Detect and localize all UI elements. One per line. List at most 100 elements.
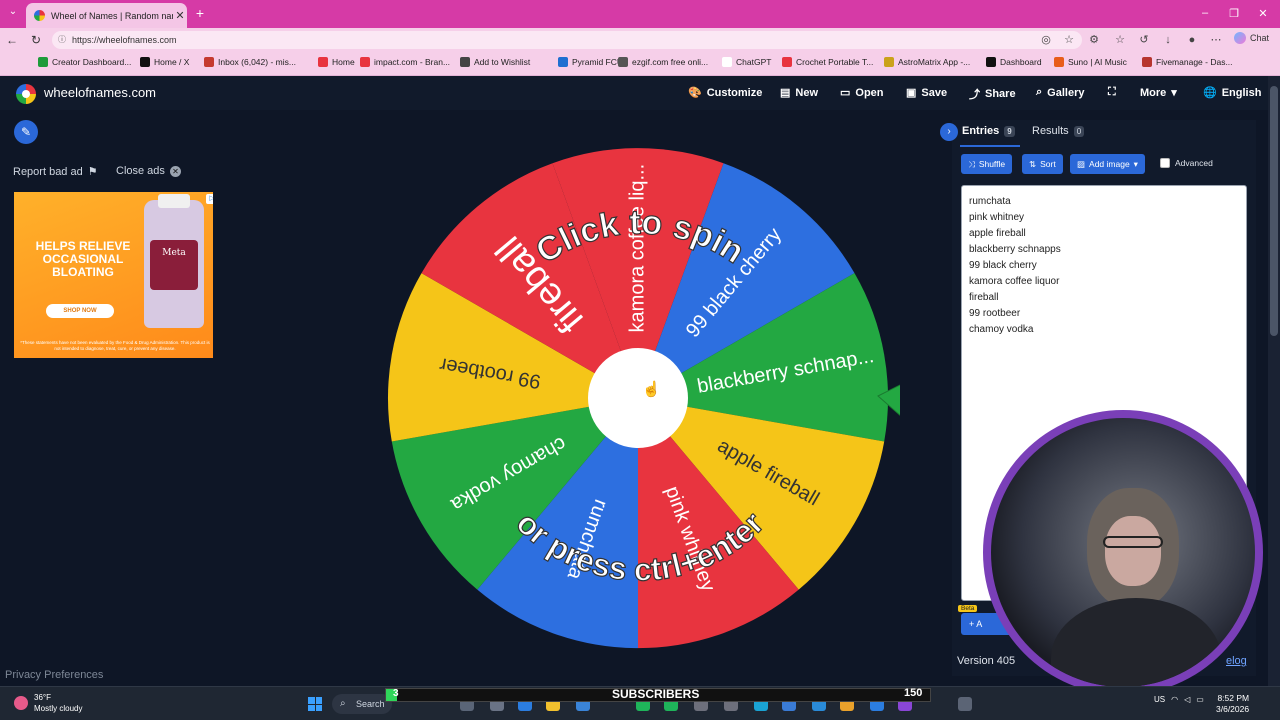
bookmark-label: Creator Dashboard... bbox=[52, 57, 132, 67]
extensions-icon[interactable]: ⚙ bbox=[1086, 32, 1102, 48]
battery-icon: ▭ bbox=[1196, 695, 1204, 704]
volume-icon: ◁ bbox=[1184, 695, 1191, 704]
sort-button[interactable]: ⇅ Sort bbox=[1022, 154, 1063, 174]
system-tray[interactable]: US ◠ ◁ ▭ bbox=[1154, 695, 1204, 704]
customize-button[interactable]: 🎨 Customize bbox=[688, 86, 762, 100]
bookmark-item[interactable]: Home bbox=[318, 57, 355, 67]
menu-dots-icon[interactable]: ⋯ bbox=[1208, 32, 1224, 48]
browser-tab[interactable]: Wheel of Names | Random name ... ✕ bbox=[26, 3, 187, 28]
close-ads-label: Close ads bbox=[116, 165, 165, 177]
favorites-icon[interactable]: ☆ bbox=[1112, 32, 1128, 48]
bookmark-item[interactable]: Creator Dashboard... bbox=[38, 57, 131, 67]
bookmark-item[interactable]: Crochet Portable T... bbox=[782, 57, 873, 67]
changelog-link[interactable]: elog bbox=[1226, 655, 1247, 667]
entry-line[interactable]: rumchata bbox=[969, 194, 1239, 210]
entries-tab-label: Entries bbox=[962, 125, 1000, 137]
reader-icon[interactable]: ◎ bbox=[1038, 32, 1054, 48]
share-icon: ⤴ bbox=[969, 89, 980, 101]
profile-icon[interactable]: ● bbox=[1184, 32, 1200, 48]
new-file-icon: ▤ bbox=[780, 87, 791, 99]
save-label: Save bbox=[921, 86, 948, 99]
entry-line[interactable]: pink whitney bbox=[969, 210, 1239, 226]
maximize-icon[interactable]: ❐ bbox=[1227, 7, 1241, 20]
entry-line[interactable]: kamora coffee liquor bbox=[969, 274, 1239, 290]
bookmark-item[interactable]: Pyramid FCU bbox=[558, 57, 623, 67]
fullscreen-button[interactable]: ⛶ bbox=[1108, 86, 1116, 99]
advanced-toggle[interactable]: Advanced bbox=[1160, 158, 1213, 168]
bookmark-item[interactable]: Inbox (6,042) - mis... bbox=[204, 57, 296, 67]
close-window-icon[interactable]: ✕ bbox=[1256, 7, 1270, 20]
webcam-overlay bbox=[983, 410, 1263, 695]
advertisement[interactable]: ▷✕ HELPS RELIEVE OCCASIONAL BLOATING SHO… bbox=[14, 192, 213, 358]
save-button[interactable]: ▣ Save bbox=[906, 86, 948, 100]
entry-line[interactable]: 99 black cherry bbox=[969, 258, 1239, 274]
adchoices-icon[interactable]: ▷✕ bbox=[206, 194, 213, 204]
bookmark-item[interactable]: Add to Wishlist bbox=[460, 57, 530, 67]
page-scrollbar[interactable] bbox=[1268, 76, 1280, 686]
copilot-icon bbox=[1234, 32, 1246, 44]
sort-icon: ⇅ bbox=[1029, 158, 1037, 169]
reload-icon[interactable]: ↻ bbox=[28, 32, 44, 48]
fullscreen-icon: ⛶ bbox=[1108, 86, 1116, 98]
close-tab-icon[interactable]: ✕ bbox=[173, 9, 187, 22]
edit-pencil-icon[interactable]: ✎ bbox=[14, 120, 38, 144]
language-button[interactable]: 🌐 English bbox=[1203, 86, 1261, 100]
share-button[interactable]: ⤴ Share bbox=[969, 86, 1016, 102]
gallery-button[interactable]: ⌕ Gallery bbox=[1036, 86, 1084, 99]
tab-results[interactable]: Results 0 bbox=[1032, 125, 1085, 137]
ad-disclaimer: *These statements have not been evaluate… bbox=[20, 340, 210, 351]
wheel-center[interactable] bbox=[588, 348, 688, 448]
browser-toolbar: ← ↻ ⓘ https://wheelofnames.com ◎ ☆ ⚙ ☆ ↺… bbox=[0, 28, 1280, 52]
back-icon[interactable]: ← bbox=[4, 32, 20, 48]
star-icon[interactable]: ☆ bbox=[1061, 32, 1077, 48]
privacy-preferences-link[interactable]: Privacy Preferences bbox=[5, 669, 103, 681]
entry-line[interactable]: fireball bbox=[969, 290, 1239, 306]
bookmark-item[interactable]: impact.com - Bran... bbox=[360, 57, 450, 67]
new-tab-icon[interactable]: + bbox=[192, 5, 208, 21]
app-icon-11[interactable] bbox=[958, 697, 972, 711]
weather-widget[interactable]: 36°F Mostly cloudy bbox=[14, 692, 82, 714]
collapse-panel-icon[interactable]: › bbox=[940, 123, 958, 141]
chat-button[interactable]: Chat bbox=[1234, 32, 1269, 44]
open-button[interactable]: ▭ Open bbox=[840, 86, 884, 100]
tab-list-chevron-icon[interactable]: ⌄ bbox=[4, 6, 22, 22]
report-ad-link[interactable]: Report bad ad ⚑ bbox=[13, 165, 98, 179]
wheel-segment-label: kamora coffee liq... bbox=[626, 164, 648, 333]
windows-start-icon[interactable] bbox=[308, 697, 322, 711]
bookmark-favicon-icon bbox=[782, 57, 792, 67]
bookmark-item[interactable]: ChatGPT bbox=[722, 57, 771, 67]
entry-line[interactable]: blackberry schnapps bbox=[969, 242, 1239, 258]
bookmark-item[interactable]: Home / X bbox=[140, 57, 189, 67]
wheel[interactable]: kamora coffee liq... 99 black cherryblack… bbox=[380, 138, 900, 658]
bookmark-item[interactable]: Fivemanage - Das... bbox=[1142, 57, 1233, 67]
scroll-thumb[interactable] bbox=[1270, 86, 1278, 336]
close-ads-link[interactable]: Close ads ✕ bbox=[116, 165, 181, 177]
entry-line[interactable]: 99 rootbeer bbox=[969, 306, 1239, 322]
bookmark-item[interactable]: ezgif.com free onli... bbox=[618, 57, 708, 67]
entry-line[interactable]: apple fireball bbox=[969, 226, 1239, 242]
minimize-icon[interactable]: – bbox=[1198, 7, 1212, 19]
entries-count-badge: 9 bbox=[1004, 125, 1015, 137]
subscriber-current: 3 bbox=[393, 688, 399, 699]
bookmark-item[interactable]: Suno | AI Music bbox=[1054, 57, 1127, 67]
add-image-button[interactable]: ▨ Add image ▾ bbox=[1070, 154, 1145, 174]
tab-entries[interactable]: Entries 9 bbox=[962, 125, 1015, 137]
clock-time: 8:52 PM bbox=[1217, 693, 1250, 703]
address-bar[interactable]: ⓘ https://wheelofnames.com bbox=[52, 31, 1082, 49]
bookmark-item[interactable]: AstroMatrix App -... bbox=[884, 57, 970, 67]
wheel-logo-icon[interactable] bbox=[16, 84, 36, 104]
downloads-icon[interactable]: ↓ bbox=[1160, 32, 1176, 48]
ad-shop-button[interactable]: SHOP NOW bbox=[46, 304, 114, 318]
new-button[interactable]: ▤ New bbox=[780, 86, 818, 100]
advanced-checkbox[interactable] bbox=[1160, 158, 1170, 168]
site-info-icon[interactable]: ⓘ bbox=[58, 31, 66, 49]
shuffle-button[interactable]: ⤨ Shuffle bbox=[961, 154, 1013, 174]
taskbar-search[interactable]: ⌕ Search bbox=[332, 694, 392, 714]
entry-line[interactable]: chamoy vodka bbox=[969, 322, 1239, 338]
history-icon[interactable]: ↺ bbox=[1136, 32, 1152, 48]
site-name[interactable]: wheelofnames.com bbox=[44, 85, 156, 100]
clock[interactable]: 8:52 PM 3/6/2026 bbox=[1216, 693, 1249, 715]
more-button[interactable]: More ▾ bbox=[1140, 86, 1177, 100]
weather-icon bbox=[14, 696, 28, 710]
bookmark-item[interactable]: Dashboard bbox=[986, 57, 1042, 67]
